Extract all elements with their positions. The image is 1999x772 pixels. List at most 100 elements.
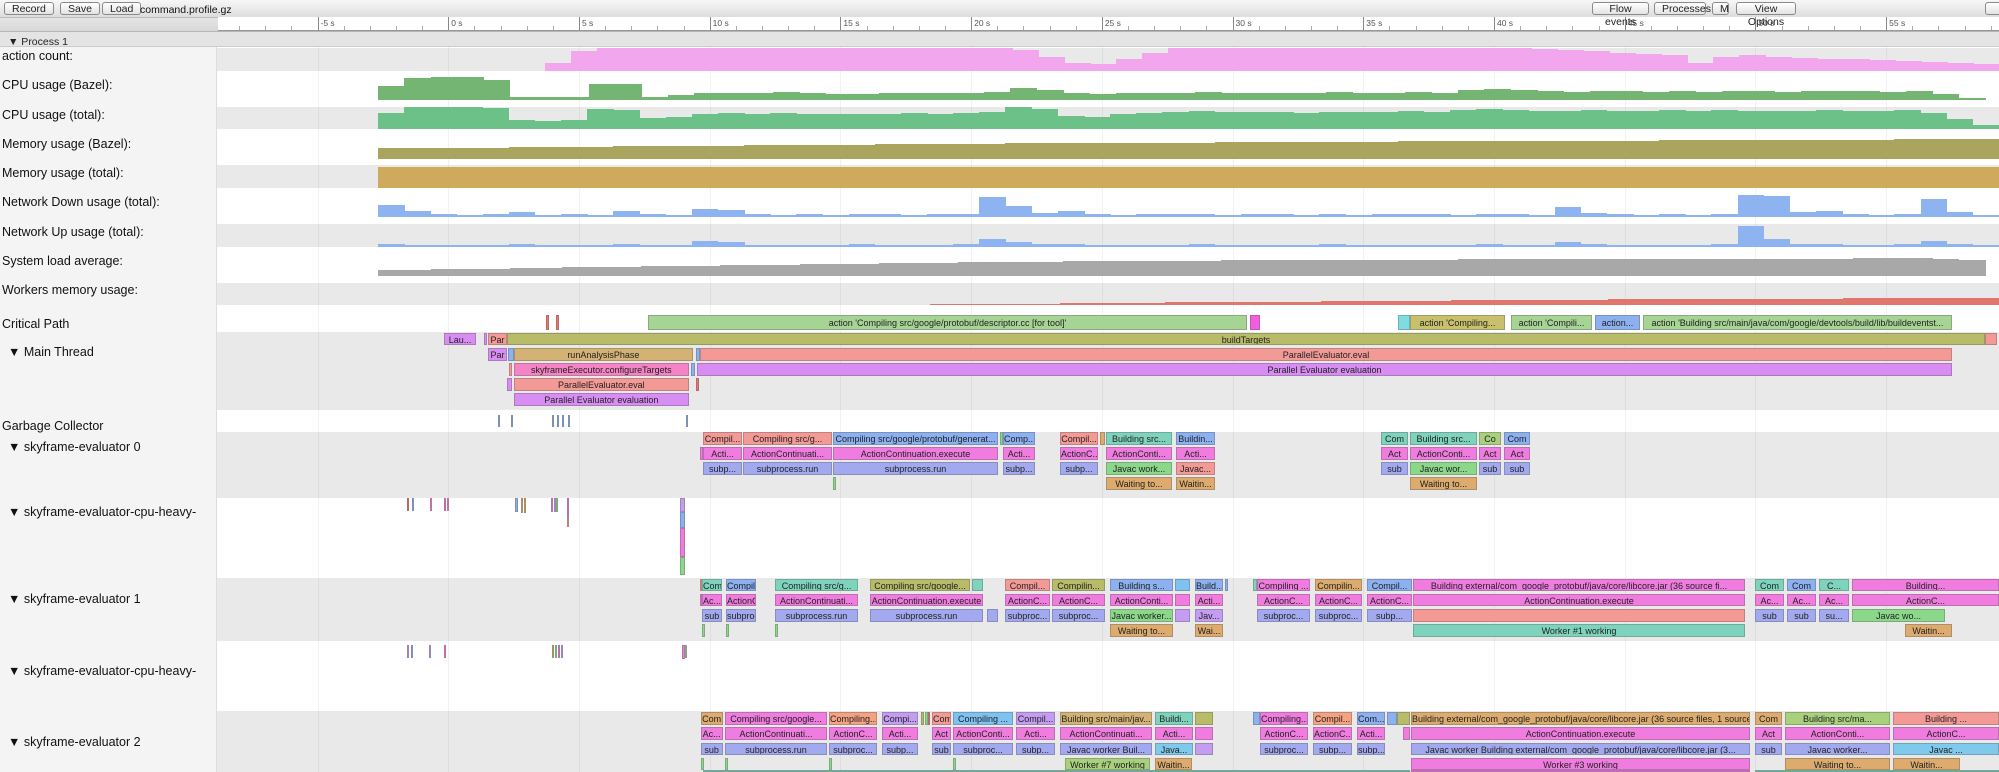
skyframe-evaluator-0-slice[interactable]: Compiling src/g... [743,432,832,445]
skyframe-evaluator-1-slice[interactable]: subproc... [1052,609,1105,622]
skyframe-evaluator-0-slice[interactable]: Compiling src/google/protobuf/generat... [833,432,998,445]
skyframe-evaluator-1-slice[interactable]: ActionC... [1315,594,1362,607]
skyframe-evaluator-2-slice[interactable] [953,758,956,771]
main-thread-slice[interactable] [1985,333,1997,346]
skyframe-evaluator-1-slice[interactable] [1225,579,1228,592]
track-header-label[interactable]: ▼ skyframe-evaluator 0 [8,440,141,454]
garbage-collector-slice[interactable] [557,415,559,427]
skyframe-evaluator-0-slice[interactable]: Acti... [703,447,742,460]
skyframe-evaluator-cpu-heavy-2-slice[interactable] [555,645,557,658]
skyframe-evaluator-2-slice[interactable]: ActionC... [1260,727,1308,740]
skyframe-evaluator-1-slice[interactable] [1175,609,1190,622]
skyframe-evaluator-1-slice[interactable] [1413,609,1745,622]
skyframe-evaluator-cpu-heavy-1-slice[interactable] [680,512,685,529]
skyframe-evaluator-2-slice[interactable] [928,712,930,725]
skyframe-evaluator-1-slice[interactable]: Ac... [1787,594,1816,607]
skyframe-evaluator-2-slice[interactable]: ActionC... [829,727,877,740]
skyframe-evaluator-0-slice[interactable]: sub [1479,462,1501,475]
skyframe-evaluator-1-slice[interactable]: sub [702,609,722,622]
skyframe-evaluator-2-slice[interactable]: Com [932,712,951,725]
skyframe-evaluator-2-slice[interactable]: Building ... [1893,712,1999,725]
skyframe-evaluator-cpu-heavy-1-slice[interactable] [407,498,409,511]
skyframe-evaluator-2-slice[interactable]: subproc... [953,743,1013,756]
skyframe-evaluator-2-slice[interactable]: Act [1755,727,1782,740]
skyframe-evaluator-1-slice[interactable]: sub [1787,609,1816,622]
save-button[interactable]: Save [60,2,100,15]
skyframe-evaluator-1-slice[interactable]: ActionContinuati... [775,594,858,607]
skyframe-evaluator-1-slice[interactable]: ActionC... [1052,594,1105,607]
metadata-button[interactable]: M [1712,2,1729,15]
skyframe-evaluator-cpu-heavy-1-slice[interactable] [556,498,558,512]
process-1-header[interactable]: ▼ Process 1 [0,31,1999,47]
skyframe-evaluator-1-slice[interactable]: Com [702,579,722,592]
skyframe-evaluator-cpu-heavy-1-slice[interactable] [447,498,449,511]
skyframe-evaluator-1-slice[interactable] [726,624,729,637]
skyframe-evaluator-1-slice[interactable]: Compilin... [1315,579,1362,592]
skyframe-evaluator-0-slice[interactable]: Building src... [1410,432,1477,445]
skyframe-evaluator-1-slice[interactable]: subproc... [1005,609,1050,622]
skyframe-evaluator-2-slice[interactable]: Compil... [1016,712,1055,725]
skyframe-evaluator-0-slice[interactable]: subprocess.run [833,462,998,475]
skyframe-evaluator-2-slice[interactable]: Acti... [1357,727,1385,740]
skyframe-evaluator-0-slice[interactable]: Act [1504,447,1530,460]
skyframe-evaluator-0-slice[interactable]: subp... [703,462,742,475]
skyframe-evaluator-cpu-heavy-1-slice[interactable] [567,498,570,518]
skyframe-evaluator-0-slice[interactable]: Com [1504,432,1530,445]
skyframe-evaluator-0-slice[interactable]: Waiting to... [1410,477,1477,490]
skyframe-evaluator-2-slice[interactable]: ActionConti... [953,727,1013,740]
garbage-collector-slice[interactable] [498,415,500,427]
skyframe-evaluator-2-slice[interactable]: Compiling ... [953,712,1013,725]
flow-events-button[interactable]: Flow events [1592,2,1649,15]
skyframe-evaluator-0-slice[interactable]: sub [1381,462,1408,475]
skyframe-evaluator-0-slice[interactable]: Building src... [1106,432,1172,445]
main-thread-slice[interactable] [696,348,700,361]
skyframe-evaluator-cpu-heavy-2-slice[interactable] [407,645,409,658]
skyframe-evaluator-1-slice[interactable]: Jav... [1195,609,1223,622]
main-thread-slice[interactable]: ParallelEvaluator.eval [700,348,1952,361]
skyframe-evaluator-0-slice[interactable]: Com [1381,432,1408,445]
skyframe-evaluator-2-slice[interactable] [1403,727,1410,740]
skyframe-evaluator-2-slice[interactable]: Buildi... [1155,712,1193,725]
skyframe-evaluator-2-slice[interactable]: Act [932,727,951,740]
skyframe-evaluator-0-slice[interactable]: ActionContinuati... [743,447,832,460]
skyframe-evaluator-2-slice[interactable]: subp... [1016,743,1055,756]
skyframe-evaluator-2-slice[interactable]: ActionContinuation.execute [1411,727,1750,740]
track-header-label[interactable]: ▼ skyframe-evaluator 1 [8,592,141,606]
skyframe-evaluator-cpu-heavy-1-slice[interactable] [412,498,414,511]
skyframe-evaluator-1-slice[interactable] [775,624,778,637]
skyframe-evaluator-2-slice[interactable]: subproc... [1260,743,1308,756]
skyframe-evaluator-1-slice[interactable]: subprocess.run [775,609,858,622]
main-thread-slice[interactable]: Parallel Evaluator evaluation [697,363,1952,376]
skyframe-evaluator-1-slice[interactable]: subprocess.run [870,609,983,622]
main-thread-slice[interactable] [484,333,487,346]
main-thread-slice[interactable]: skyframeExecutor.configureTargets [514,363,689,376]
main-thread-slice[interactable]: ParallelEvaluator.eval [514,378,689,391]
critical-path-slice[interactable]: action 'Building src/main/java/com/googl… [1643,315,1952,330]
skyframe-evaluator-1-slice[interactable]: Waitin... [1905,624,1952,637]
skyframe-evaluator-cpu-heavy-1-slice[interactable] [430,498,432,511]
track-header-label[interactable]: ▼ skyframe-evaluator 2 [8,735,141,749]
time-ruler[interactable]: -5 s0 s5 s10 s15 s20 s25 s30 s35 s40 s45… [218,17,1999,31]
skyframe-evaluator-0-slice[interactable]: sub [1504,462,1530,475]
partial-button[interactable] [1985,2,1999,15]
skyframe-evaluator-0-slice[interactable]: ActionConti... [1410,447,1477,460]
main-thread-slice[interactable]: Parallel Evaluator evaluation [514,393,689,406]
skyframe-evaluator-1-slice[interactable]: subproc... [1257,609,1310,622]
track-header-label[interactable]: ▼ Main Thread [8,345,94,359]
skyframe-evaluator-2-slice[interactable]: Compiling src/google... [725,712,827,725]
skyframe-evaluator-2-slice[interactable]: Acti... [1155,727,1193,740]
skyframe-evaluator-cpu-heavy-1-slice[interactable] [680,528,685,556]
skyframe-evaluator-cpu-heavy-2-slice[interactable] [558,645,560,658]
skyframe-evaluator-1-slice[interactable]: Javac worker... [1110,609,1173,622]
skyframe-evaluator-cpu-heavy-2-slice[interactable] [444,645,446,658]
critical-path-slice[interactable]: action 'Compili... [1511,315,1592,330]
load-button[interactable]: Load [102,2,141,15]
skyframe-evaluator-0-slice[interactable]: ActionC... [1060,447,1098,460]
skyframe-evaluator-cpu-heavy-1-slice[interactable] [567,518,570,527]
skyframe-evaluator-2-slice[interactable] [701,758,704,771]
skyframe-evaluator-1-slice[interactable]: Ac... [702,594,722,607]
skyframe-evaluator-0-slice[interactable]: ActionConti... [1106,447,1172,460]
skyframe-evaluator-1-slice[interactable]: ActionContinuation.execute [870,594,983,607]
skyframe-evaluator-2-slice[interactable]: Waitin... [1155,758,1192,771]
skyframe-evaluator-0-slice[interactable]: Javac work... [1106,462,1172,475]
